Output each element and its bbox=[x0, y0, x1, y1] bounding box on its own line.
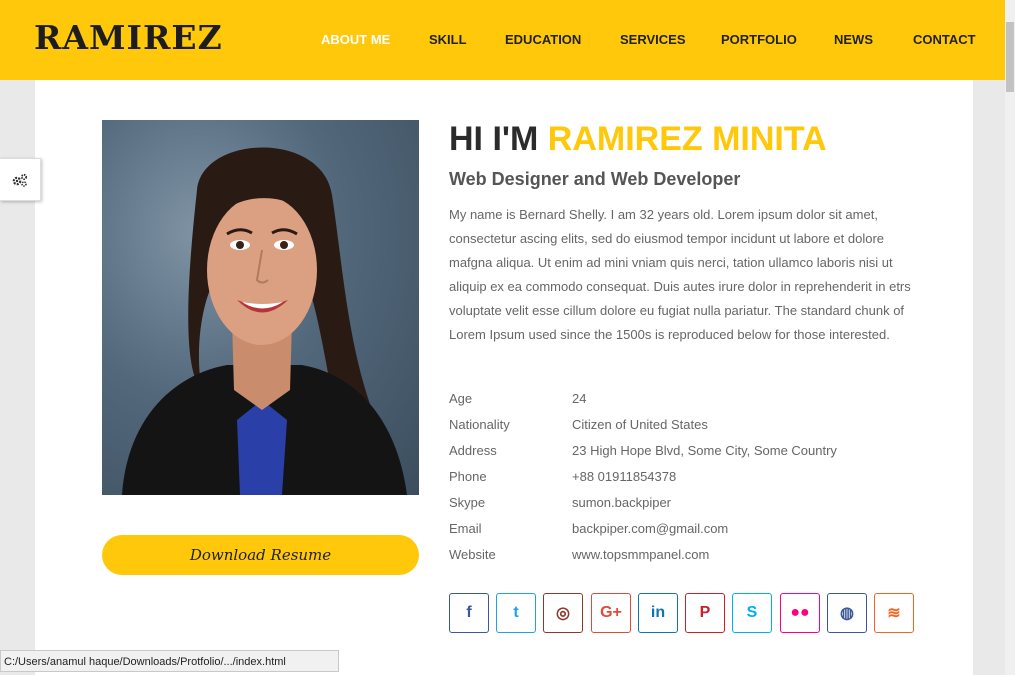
info-row-email: Email backpiper.com@gmail.com bbox=[449, 517, 929, 543]
nav-contact[interactable]: CONTACT bbox=[913, 32, 976, 47]
main-nav: ABOUT ME SKILL EDUCATION SERVICES PORTFO… bbox=[0, 32, 1005, 48]
info-value: 24 bbox=[572, 391, 587, 406]
flickr-button[interactable]: ●● bbox=[780, 593, 820, 633]
skype-button[interactable]: S bbox=[732, 593, 772, 633]
rss-icon: ≋ bbox=[887, 605, 901, 622]
facebook-icon: f bbox=[466, 604, 472, 621]
dribbble-button[interactable]: ◍ bbox=[827, 593, 867, 633]
browser-status-bar: C:/Users/anamul haque/Downloads/Protfoli… bbox=[0, 650, 339, 672]
twitter-icon: t bbox=[513, 604, 519, 621]
info-value: +88 01911854378 bbox=[572, 469, 677, 484]
facebook-button[interactable]: f bbox=[449, 593, 489, 633]
person-name: RAMIREZ MINITA bbox=[547, 120, 827, 158]
nav-services[interactable]: SERVICES bbox=[620, 32, 686, 47]
bio-paragraph: My name is Bernard Shelly. I am 32 years… bbox=[449, 207, 911, 342]
greeting-text: HI I'M bbox=[449, 120, 539, 158]
info-key: Email bbox=[449, 521, 482, 536]
profile-photo bbox=[102, 120, 419, 495]
nav-about-me[interactable]: ABOUT ME bbox=[321, 32, 390, 47]
info-value[interactable]: www.topsmmpanel.com bbox=[572, 547, 709, 562]
rss-button[interactable]: ≋ bbox=[874, 593, 914, 633]
job-title: Web Designer and Web Developer bbox=[449, 169, 741, 189]
info-key: Skype bbox=[449, 495, 486, 510]
linkedin-button[interactable]: in bbox=[638, 593, 678, 633]
portrait-illustration bbox=[122, 147, 407, 495]
nav-portfolio[interactable]: PORTFOLIO bbox=[721, 32, 797, 47]
pinterest-button[interactable]: P bbox=[685, 593, 725, 633]
info-value: sumon.backpiper bbox=[572, 495, 671, 510]
personal-info-list: Age 24 Nationality Citizen of United Sta… bbox=[449, 387, 929, 569]
info-row-age: Age 24 bbox=[449, 387, 929, 413]
info-row-skype: Skype sumon.backpiper bbox=[449, 491, 929, 517]
info-row-address: Address 23 High Hope Blvd, Some City, So… bbox=[449, 439, 929, 465]
top-header: RAMIREZ ABOUT ME SKILL EDUCATION SERVICE… bbox=[0, 0, 1005, 80]
download-resume-button[interactable]: Download Resume bbox=[102, 535, 419, 575]
nav-news[interactable]: NEWS bbox=[834, 32, 873, 47]
info-row-website: Website www.topsmmpanel.com bbox=[449, 543, 929, 569]
info-key: Nationality bbox=[449, 417, 510, 432]
info-row-phone: Phone +88 01911854378 bbox=[449, 465, 929, 491]
gears-icon bbox=[12, 173, 28, 187]
settings-toggle[interactable] bbox=[0, 158, 41, 201]
google-plus-icon: G+ bbox=[600, 604, 622, 621]
info-key: Age bbox=[449, 391, 473, 406]
nav-education[interactable]: EDUCATION bbox=[505, 32, 581, 47]
info-value[interactable]: backpiper.com@gmail.com bbox=[572, 521, 728, 536]
info-key: Address bbox=[449, 443, 497, 458]
pinterest-icon: P bbox=[699, 604, 711, 621]
info-row-nationality: Nationality Citizen of United States bbox=[449, 413, 929, 439]
nav-skill[interactable]: SKILL bbox=[429, 32, 467, 47]
info-key: Phone bbox=[449, 469, 487, 484]
twitter-button[interactable]: t bbox=[496, 593, 536, 633]
scrollbar-thumb[interactable] bbox=[1006, 22, 1014, 92]
google-plus-button[interactable]: G+ bbox=[591, 593, 631, 633]
linkedin-icon: in bbox=[650, 604, 666, 621]
info-value: 23 High Hope Blvd, Some City, Some Count… bbox=[572, 443, 837, 458]
info-key: Website bbox=[449, 547, 496, 562]
hero-heading: HI I'M RAMIREZ MINITA bbox=[449, 120, 827, 159]
info-value: Citizen of United States bbox=[572, 417, 708, 432]
flickr-icon: ●● bbox=[790, 604, 810, 621]
instagram-button[interactable]: ◎ bbox=[543, 593, 583, 633]
instagram-icon: ◎ bbox=[556, 605, 570, 622]
skype-icon: S bbox=[746, 604, 758, 621]
dribbble-icon: ◍ bbox=[840, 605, 854, 622]
vertical-scrollbar[interactable] bbox=[1005, 0, 1015, 675]
